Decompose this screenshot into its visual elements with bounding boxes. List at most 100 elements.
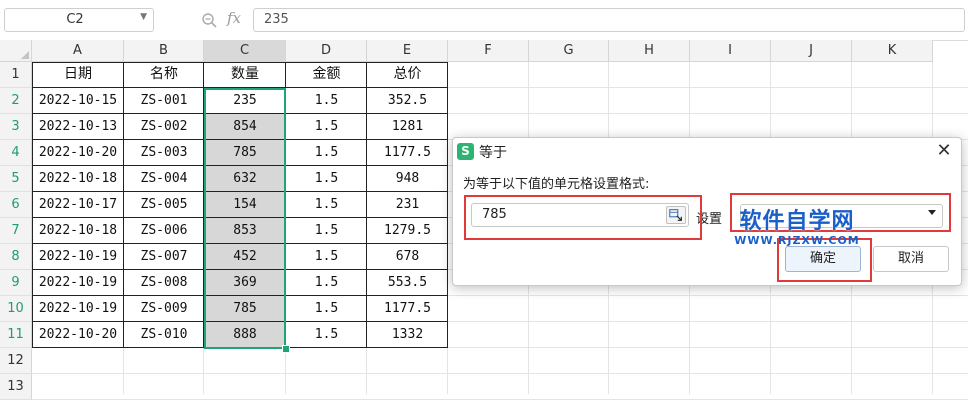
row-header-7[interactable]: 7	[0, 218, 32, 244]
zoom-icon[interactable]	[201, 12, 217, 28]
row-header-13[interactable]: 13	[0, 374, 32, 400]
dropdown-arrow-icon[interactable]	[928, 210, 936, 215]
table-border-horizontal	[32, 191, 448, 192]
table-cell[interactable]: 231	[367, 192, 448, 218]
table-border-vertical	[203, 62, 204, 348]
table-cell[interactable]: 1177.5	[367, 140, 448, 166]
range-picker-icon[interactable]	[666, 206, 686, 224]
table-border-vertical	[285, 62, 286, 348]
format-select[interactable]	[740, 204, 943, 228]
column-header-c[interactable]: C	[204, 40, 286, 62]
table-cell[interactable]: ZS-006	[124, 218, 204, 244]
table-cell[interactable]: ZS-001	[124, 88, 204, 114]
table-cell[interactable]: 2022-10-17	[32, 192, 124, 218]
table-border-vertical	[123, 62, 124, 348]
table-cell[interactable]: 1332	[367, 322, 448, 348]
table-cell[interactable]: 632	[204, 166, 286, 192]
table-cell[interactable]: 2022-10-19	[32, 244, 124, 270]
table-cell[interactable]: 785	[204, 140, 286, 166]
column-header-j[interactable]: J	[771, 40, 852, 62]
table-cell[interactable]: 1281	[367, 114, 448, 140]
table-cell[interactable]: 2022-10-15	[32, 88, 124, 114]
row-header-10[interactable]: 10	[0, 296, 32, 322]
table-cell[interactable]: ZS-010	[124, 322, 204, 348]
column-header-h[interactable]: H	[609, 40, 690, 62]
column-header-a[interactable]: A	[32, 40, 124, 62]
table-cell[interactable]: 235	[204, 88, 286, 114]
column-header-i[interactable]: I	[690, 40, 771, 62]
table-header-cell[interactable]: 数量	[204, 62, 286, 88]
table-cell[interactable]: 352.5	[367, 88, 448, 114]
close-icon[interactable]: ✕	[933, 140, 955, 162]
table-cell[interactable]: 1279.5	[367, 218, 448, 244]
table-cell[interactable]: ZS-009	[124, 296, 204, 322]
table-cell[interactable]: 369	[204, 270, 286, 296]
table-cell[interactable]: ZS-008	[124, 270, 204, 296]
table-cell[interactable]: 2022-10-18	[32, 218, 124, 244]
table-cell[interactable]: 2022-10-20	[32, 140, 124, 166]
table-cell[interactable]: 678	[367, 244, 448, 270]
formula-input[interactable]: 235	[253, 8, 965, 32]
table-cell[interactable]: 1.5	[286, 270, 367, 296]
formula-input-value: 235	[264, 12, 289, 27]
row-header-4[interactable]: 4	[0, 140, 32, 166]
table-cell[interactable]: 2022-10-18	[32, 166, 124, 192]
table-header-cell[interactable]: 名称	[124, 62, 204, 88]
table-header-cell[interactable]: 金额	[286, 62, 367, 88]
table-cell[interactable]: 1.5	[286, 322, 367, 348]
row-header-9[interactable]: 9	[0, 270, 32, 296]
table-cell[interactable]: 1.5	[286, 166, 367, 192]
table-cell[interactable]: 854	[204, 114, 286, 140]
column-header-g[interactable]: G	[529, 40, 609, 62]
row-header-12[interactable]: 12	[0, 348, 32, 374]
table-cell[interactable]: ZS-003	[124, 140, 204, 166]
table-cell[interactable]: 2022-10-13	[32, 114, 124, 140]
table-cell[interactable]: ZS-002	[124, 114, 204, 140]
table-cell[interactable]: 2022-10-19	[32, 296, 124, 322]
table-cell[interactable]: 1.5	[286, 244, 367, 270]
table-header-cell[interactable]: 总价	[367, 62, 448, 88]
table-header-cell[interactable]: 日期	[32, 62, 124, 88]
table-cell[interactable]: 1.5	[286, 88, 367, 114]
row-header-8[interactable]: 8	[0, 244, 32, 270]
chevron-down-icon[interactable]: ▼	[140, 12, 147, 22]
table-cell[interactable]: 154	[204, 192, 286, 218]
column-header-b[interactable]: B	[124, 40, 204, 62]
table-cell[interactable]: 1.5	[286, 218, 367, 244]
table-cell[interactable]: 1.5	[286, 192, 367, 218]
table-cell[interactable]: 1177.5	[367, 296, 448, 322]
row-header-3[interactable]: 3	[0, 114, 32, 140]
table-cell[interactable]: 853	[204, 218, 286, 244]
column-header-f[interactable]: F	[448, 40, 529, 62]
name-box-value: C2	[66, 12, 84, 27]
table-cell[interactable]: ZS-007	[124, 244, 204, 270]
row-header-11[interactable]: 11	[0, 322, 32, 348]
fx-icon[interactable]: fx	[227, 9, 241, 27]
table-cell[interactable]: 452	[204, 244, 286, 270]
name-box[interactable]: C2 ▼	[4, 8, 154, 32]
table-cell[interactable]: 1.5	[286, 296, 367, 322]
column-header-e[interactable]: E	[367, 40, 448, 62]
row-header-2[interactable]: 2	[0, 88, 32, 114]
table-cell[interactable]: 785	[204, 296, 286, 322]
column-header-d[interactable]: D	[286, 40, 367, 62]
dialog-prompt: 为等于以下值的单元格设置格式:	[463, 177, 650, 192]
select-all-corner[interactable]	[0, 40, 32, 62]
cancel-button[interactable]: 取消	[873, 246, 949, 272]
table-cell[interactable]: 1.5	[286, 114, 367, 140]
table-cell[interactable]: 888	[204, 322, 286, 348]
ok-button[interactable]: 确定	[785, 246, 861, 272]
table-cell[interactable]: 2022-10-19	[32, 270, 124, 296]
value-input[interactable]: 785	[471, 203, 689, 227]
table-cell[interactable]: ZS-004	[124, 166, 204, 192]
column-header-k[interactable]: K	[852, 40, 933, 62]
table-cell[interactable]: 2022-10-20	[32, 322, 124, 348]
row-header-6[interactable]: 6	[0, 192, 32, 218]
fill-handle[interactable]	[282, 345, 290, 353]
table-cell[interactable]: 948	[367, 166, 448, 192]
table-cell[interactable]: ZS-005	[124, 192, 204, 218]
table-cell[interactable]: 1.5	[286, 140, 367, 166]
row-header-1[interactable]: 1	[0, 62, 32, 88]
table-cell[interactable]: 553.5	[367, 270, 448, 296]
row-header-5[interactable]: 5	[0, 166, 32, 192]
